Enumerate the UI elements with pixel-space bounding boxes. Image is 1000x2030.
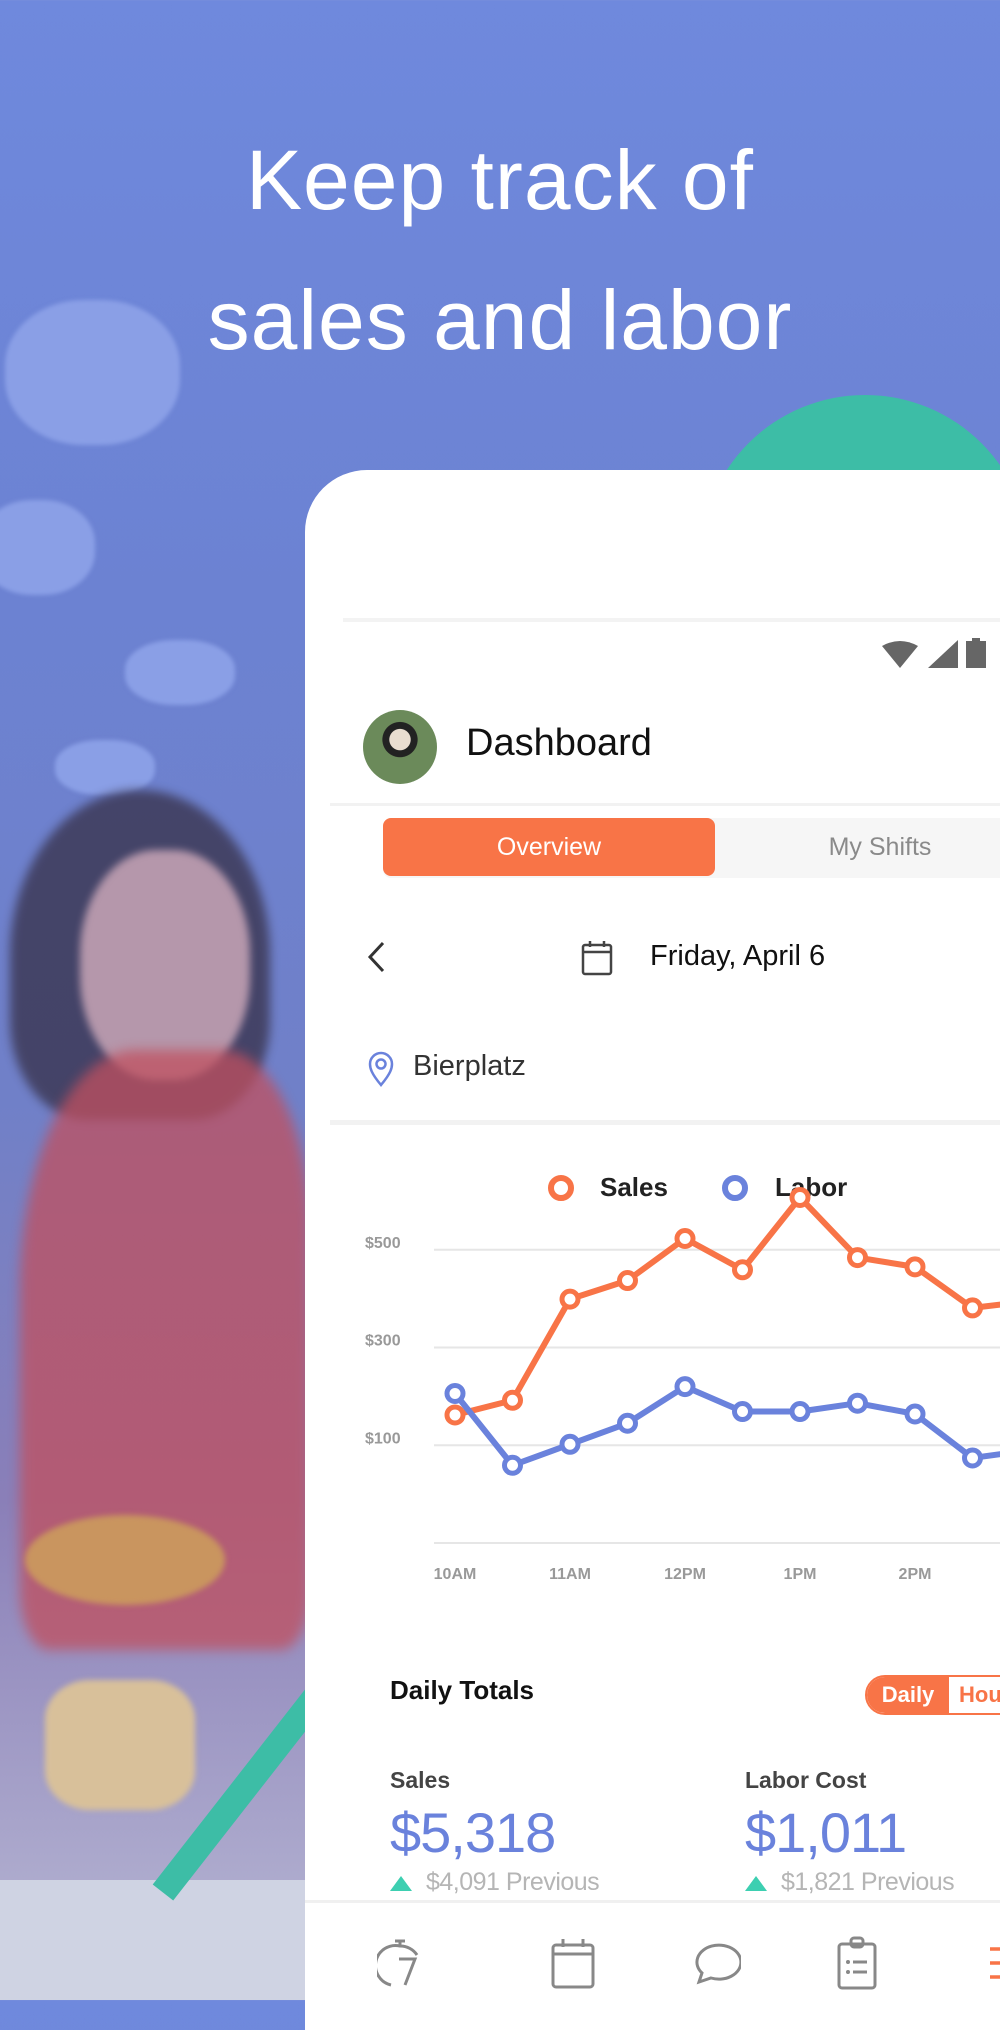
headline-line-2: sales and labor [207,273,793,367]
sales-point [617,1270,638,1292]
labor-point [444,1382,466,1404]
calendar-icon [551,1939,595,1989]
photo-background [80,850,250,1080]
labor-cost-label: Labor Cost [745,1767,867,1793]
nav-menu[interactable] [970,1933,1000,1993]
bottom-nav [305,1900,1000,2030]
trend-up-icon [390,1875,412,1891]
period-toggle: Daily Hou [865,1675,1000,1715]
labor-point [732,1401,753,1423]
labor-point [904,1403,926,1425]
x-tick-label: 11AM [549,1566,591,1583]
phone-screen: Dashboard Overview My Shifts Friday, Apr… [305,470,1000,2030]
y-tick-label: $500 [365,1235,401,1252]
photo-background [45,1680,195,1810]
trend-up-icon [745,1875,767,1891]
menu-icon [990,1947,1000,1979]
labor-point [617,1412,638,1434]
labor-cost-value: $1,011 [745,1801,907,1864]
photo-background [25,1515,225,1605]
y-tick-label: $300 [365,1333,401,1350]
photo-background [0,1880,310,2000]
lamp-shape [125,640,235,705]
labor-point [559,1433,581,1455]
nav-schedule[interactable] [543,1933,603,1993]
nav-tasks[interactable] [827,1933,887,1993]
clipboard-icon [837,1936,877,1990]
x-tick-label: 2PM [899,1566,932,1583]
sales-point [674,1228,696,1250]
sales-point [732,1259,753,1281]
x-tick-label: 12PM [664,1566,706,1583]
toggle-hourly[interactable]: Hou [949,1677,1000,1713]
labor-point [962,1447,983,1469]
sales-previous-text: $4,091 Previous [426,1868,600,1896]
sales-point [904,1256,926,1278]
daily-totals-title: Daily Totals [390,1675,535,1705]
labor-point [847,1392,868,1414]
sales-line [454,1194,1000,1418]
y-tick-label: $100 [365,1430,401,1447]
sales-label: Sales [390,1767,451,1793]
labor-point [502,1454,523,1476]
lamp-shape [0,500,95,595]
labor-previous-text: $1,821 Previous [781,1868,955,1896]
labor-point [674,1376,696,1398]
labor-line [452,1383,1000,1469]
headline-line-1: Keep track of [246,133,754,227]
sales-point [789,1186,811,1208]
sales-point [847,1247,868,1269]
sales-labor-chart: $500 $300 $100 10AM 11AM 12PM 1PM 2PM [365,1186,1000,1583]
labor-cost-previous: $1,821 Previous [745,1868,955,1897]
nav-messages[interactable] [685,1933,745,1993]
toggle-daily[interactable]: Daily [867,1677,949,1713]
x-tick-label: 1PM [784,1566,817,1583]
x-tick-label: 10AM [434,1566,477,1583]
headline: Keep track of sales and labor [0,110,1000,390]
timeclock-icon [377,1939,419,1987]
lamp-shape [55,740,155,795]
sales-point [502,1389,523,1411]
nav-timeclock[interactable] [370,1933,430,1993]
sales-value: $5,318 [390,1801,556,1864]
sales-point [962,1297,983,1319]
sales-point [559,1288,581,1310]
labor-point [789,1401,811,1423]
sales-previous: $4,091 Previous [390,1868,600,1897]
chat-icon [695,1943,741,1985]
sales-point [444,1404,466,1426]
